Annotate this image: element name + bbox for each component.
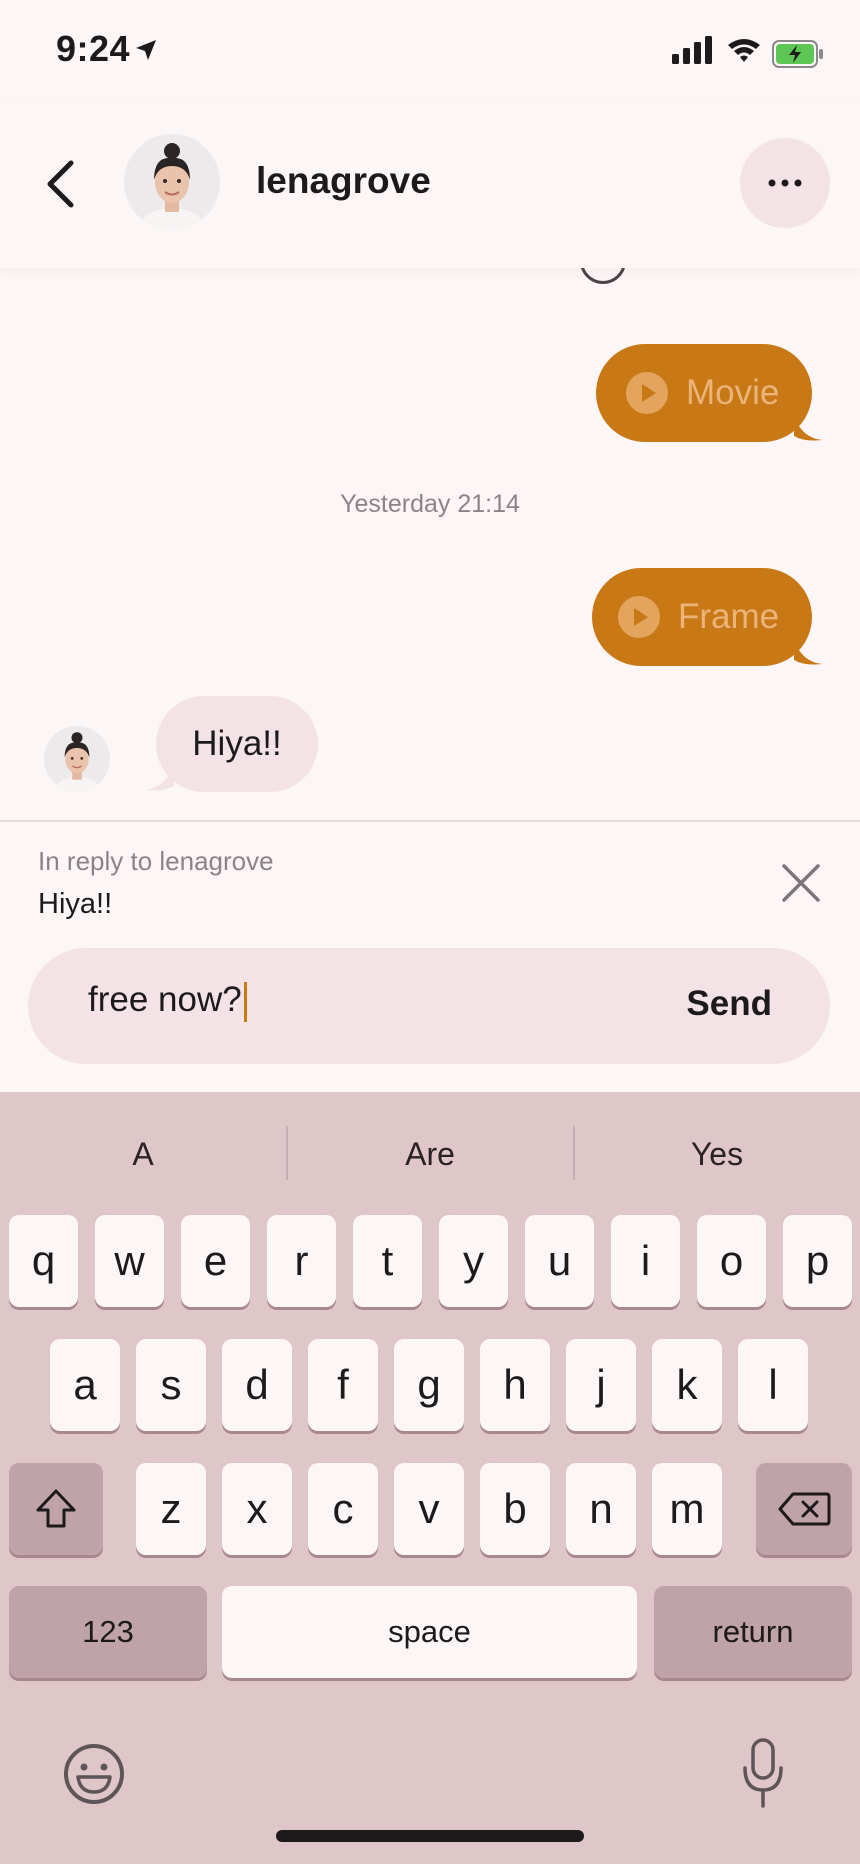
incoming-message-bubble[interactable]: Hiya!! <box>144 696 318 792</box>
message-text: Hiya!! <box>192 724 282 763</box>
message-input[interactable]: free now? <box>88 980 648 1032</box>
key-m[interactable]: m <box>652 1463 722 1555</box>
status-time: 9:24 <box>56 28 131 69</box>
sender-avatar[interactable] <box>44 726 110 792</box>
key-v[interactable]: v <box>394 1463 464 1555</box>
message-input-value: free now? <box>88 980 242 1019</box>
more-options-button[interactable] <box>740 138 830 228</box>
send-button[interactable]: Send <box>686 984 772 1024</box>
key-k[interactable]: k <box>652 1339 722 1431</box>
close-icon[interactable] <box>780 862 822 904</box>
reply-caption: In reply to lenagrove <box>38 846 274 876</box>
key-j[interactable]: j <box>566 1339 636 1431</box>
predictive-text-bar: A Are Yes <box>0 1092 860 1214</box>
message-label: Frame <box>678 597 780 636</box>
key-e[interactable]: e <box>181 1215 250 1307</box>
key-g[interactable]: g <box>394 1339 464 1431</box>
battery-charging-icon <box>772 40 823 68</box>
key-l[interactable]: l <box>738 1339 808 1431</box>
key-d[interactable]: d <box>222 1339 292 1431</box>
key-r[interactable]: r <box>267 1215 336 1307</box>
wifi-icon <box>728 39 760 62</box>
message-list[interactable]: Movie Yesterday 21:14 Frame Hiya!! <box>0 268 860 820</box>
delete-key[interactable] <box>756 1463 852 1555</box>
play-icon <box>626 372 668 414</box>
keyboard: A Are Yes q w e r t y u i o p a s d f g … <box>0 1092 860 1864</box>
play-icon <box>618 596 660 638</box>
key-i[interactable]: i <box>611 1215 680 1307</box>
cellular-signal-icon <box>672 36 712 64</box>
space-key[interactable]: space <box>222 1586 637 1678</box>
status-bar: 9:24 <box>0 0 860 100</box>
key-y[interactable]: y <box>439 1215 508 1307</box>
emoji-icon[interactable] <box>62 1742 126 1806</box>
key-u[interactable]: u <box>525 1215 594 1307</box>
suggestion[interactable]: Are <box>287 1136 573 1173</box>
suggestion[interactable]: A <box>0 1136 286 1173</box>
key-x[interactable]: x <box>222 1463 292 1555</box>
shift-key[interactable] <box>9 1463 103 1555</box>
contact-avatar[interactable] <box>124 134 220 230</box>
shift-icon <box>36 1489 76 1528</box>
back-button[interactable] <box>34 154 86 214</box>
key-z[interactable]: z <box>136 1463 206 1555</box>
key-q[interactable]: q <box>9 1215 78 1307</box>
reply-quoted-text: Hiya!! <box>38 888 113 920</box>
message-label: Movie <box>686 373 780 412</box>
key-h[interactable]: h <box>480 1339 550 1431</box>
key-w[interactable]: w <box>95 1215 164 1307</box>
message-timestamp: Yesterday 21:14 <box>340 490 520 518</box>
key-n[interactable]: n <box>566 1463 636 1555</box>
ellipsis-icon <box>768 179 802 187</box>
suggestion[interactable]: Yes <box>574 1136 860 1173</box>
numbers-key[interactable]: 123 <box>9 1586 207 1678</box>
contact-name[interactable]: lenagrove <box>256 160 431 202</box>
home-indicator <box>276 1830 584 1842</box>
chevron-left-icon <box>47 160 74 208</box>
key-p[interactable]: p <box>783 1215 852 1307</box>
key-f[interactable]: f <box>308 1339 378 1431</box>
message-composer: free now? Send <box>28 948 830 1064</box>
location-arrow-icon <box>136 40 156 60</box>
chat-header: lenagrove <box>0 100 860 268</box>
key-b[interactable]: b <box>480 1463 550 1555</box>
key-t[interactable]: t <box>353 1215 422 1307</box>
outgoing-message-bubble[interactable]: Frame <box>592 568 822 666</box>
key-c[interactable]: c <box>308 1463 378 1555</box>
reply-composer-area: In reply to lenagrove Hiya!! free now? S… <box>0 822 860 1092</box>
key-a[interactable]: a <box>50 1339 120 1431</box>
partial-message-element <box>580 268 626 284</box>
outgoing-message-bubble[interactable]: Movie <box>596 344 822 442</box>
key-s[interactable]: s <box>136 1339 206 1431</box>
text-caret <box>243 981 247 1022</box>
key-o[interactable]: o <box>697 1215 766 1307</box>
microphone-icon[interactable] <box>742 1738 784 1810</box>
return-key[interactable]: return <box>654 1586 852 1678</box>
backspace-icon <box>778 1492 831 1526</box>
